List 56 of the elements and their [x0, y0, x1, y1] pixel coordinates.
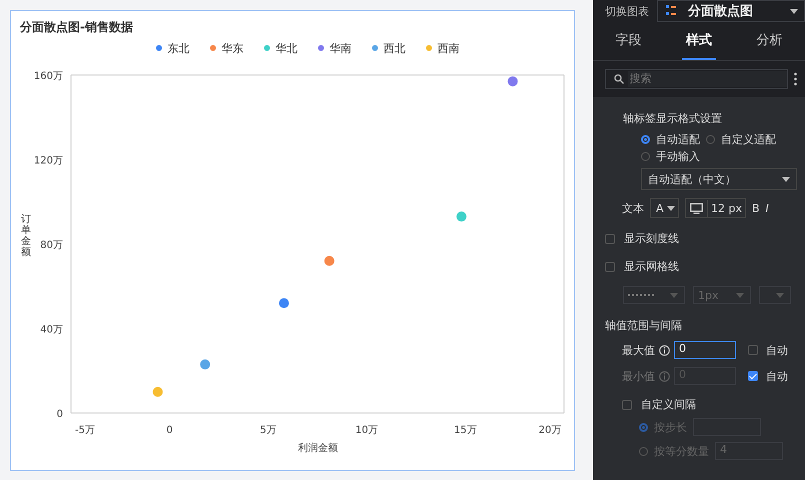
- section-title: 轴标签显示格式设置: [622, 111, 723, 126]
- format-dropdown[interactable]: 自动适配（中文）: [641, 168, 797, 190]
- x-tick-label: 5万: [260, 425, 276, 436]
- more-icon[interactable]: [794, 72, 797, 86]
- x-tick-label: -5万: [74, 425, 95, 436]
- legend-item[interactable]: 东北: [156, 40, 190, 56]
- scatter-point: [508, 76, 518, 86]
- legend-item[interactable]: 西北: [372, 40, 406, 56]
- monitor-icon: [690, 202, 703, 214]
- x-axis-label: 利润金额: [298, 443, 338, 454]
- legend-item[interactable]: 西南: [426, 40, 460, 56]
- caret-icon: [790, 8, 798, 14]
- auto-checkbox[interactable]: 自动: [748, 342, 788, 358]
- section-title: 轴值范围与间隔: [605, 318, 683, 333]
- panel-tab[interactable]: 分析: [752, 22, 787, 60]
- legend-item[interactable]: 华东: [210, 40, 244, 56]
- italic-toggle[interactable]: I: [766, 202, 769, 214]
- scatter-point: [152, 386, 163, 397]
- bold-toggle[interactable]: B: [752, 202, 760, 214]
- x-tick-label: 15万: [454, 425, 477, 436]
- radio-option[interactable]: 手动输入: [641, 149, 700, 164]
- bound-label: 最小值: [622, 368, 655, 384]
- x-tick-label: 0: [166, 425, 173, 436]
- scatter-point: [278, 298, 289, 308]
- font-color-dropdown[interactable]: A: [650, 198, 679, 218]
- bound-label: 最大值: [622, 342, 655, 358]
- radio-option[interactable]: 自动适配: [641, 132, 700, 147]
- panel-tab[interactable]: 字段: [611, 22, 646, 60]
- legend-item[interactable]: 华北: [264, 40, 298, 56]
- info-icon: [659, 344, 670, 356]
- y-tick-label: 0: [56, 409, 63, 420]
- y-tick-label: 80万: [40, 240, 63, 251]
- auto-checkbox[interactable]: 自动: [748, 368, 788, 384]
- checkbox-option[interactable]: 显示网格线: [605, 259, 805, 274]
- y-tick-label: 160万: [34, 71, 63, 82]
- checkbox-option[interactable]: 自定义间隔: [605, 397, 805, 412]
- bound-input[interactable]: 0: [674, 341, 736, 359]
- line-color-dropdown[interactable]: [759, 286, 791, 304]
- scatter-point: [456, 212, 466, 222]
- line-style-dropdown[interactable]: [623, 286, 685, 304]
- y-axis-label: 订单金额: [21, 214, 32, 258]
- scatter-point: [324, 256, 334, 266]
- text-label: 文本: [622, 200, 644, 216]
- y-tick-label: 40万: [40, 324, 63, 336]
- y-tick-label: 120万: [34, 156, 63, 166]
- chart-title: 分面散点图-销售数据: [18, 19, 134, 36]
- checkbox-option[interactable]: 显示刻度线: [605, 231, 805, 246]
- search-field[interactable]: 搜索: [605, 69, 788, 89]
- search-icon: [614, 74, 624, 84]
- info-icon: [659, 370, 670, 382]
- switch-chart-label: 切换图表: [605, 4, 649, 18]
- scatter-point: [200, 359, 210, 370]
- x-tick-label: 20万: [538, 425, 562, 436]
- radio-option[interactable]: 自定义适配: [706, 132, 776, 147]
- legend-item[interactable]: 华南: [318, 40, 352, 56]
- x-tick-label: 10万: [355, 425, 378, 436]
